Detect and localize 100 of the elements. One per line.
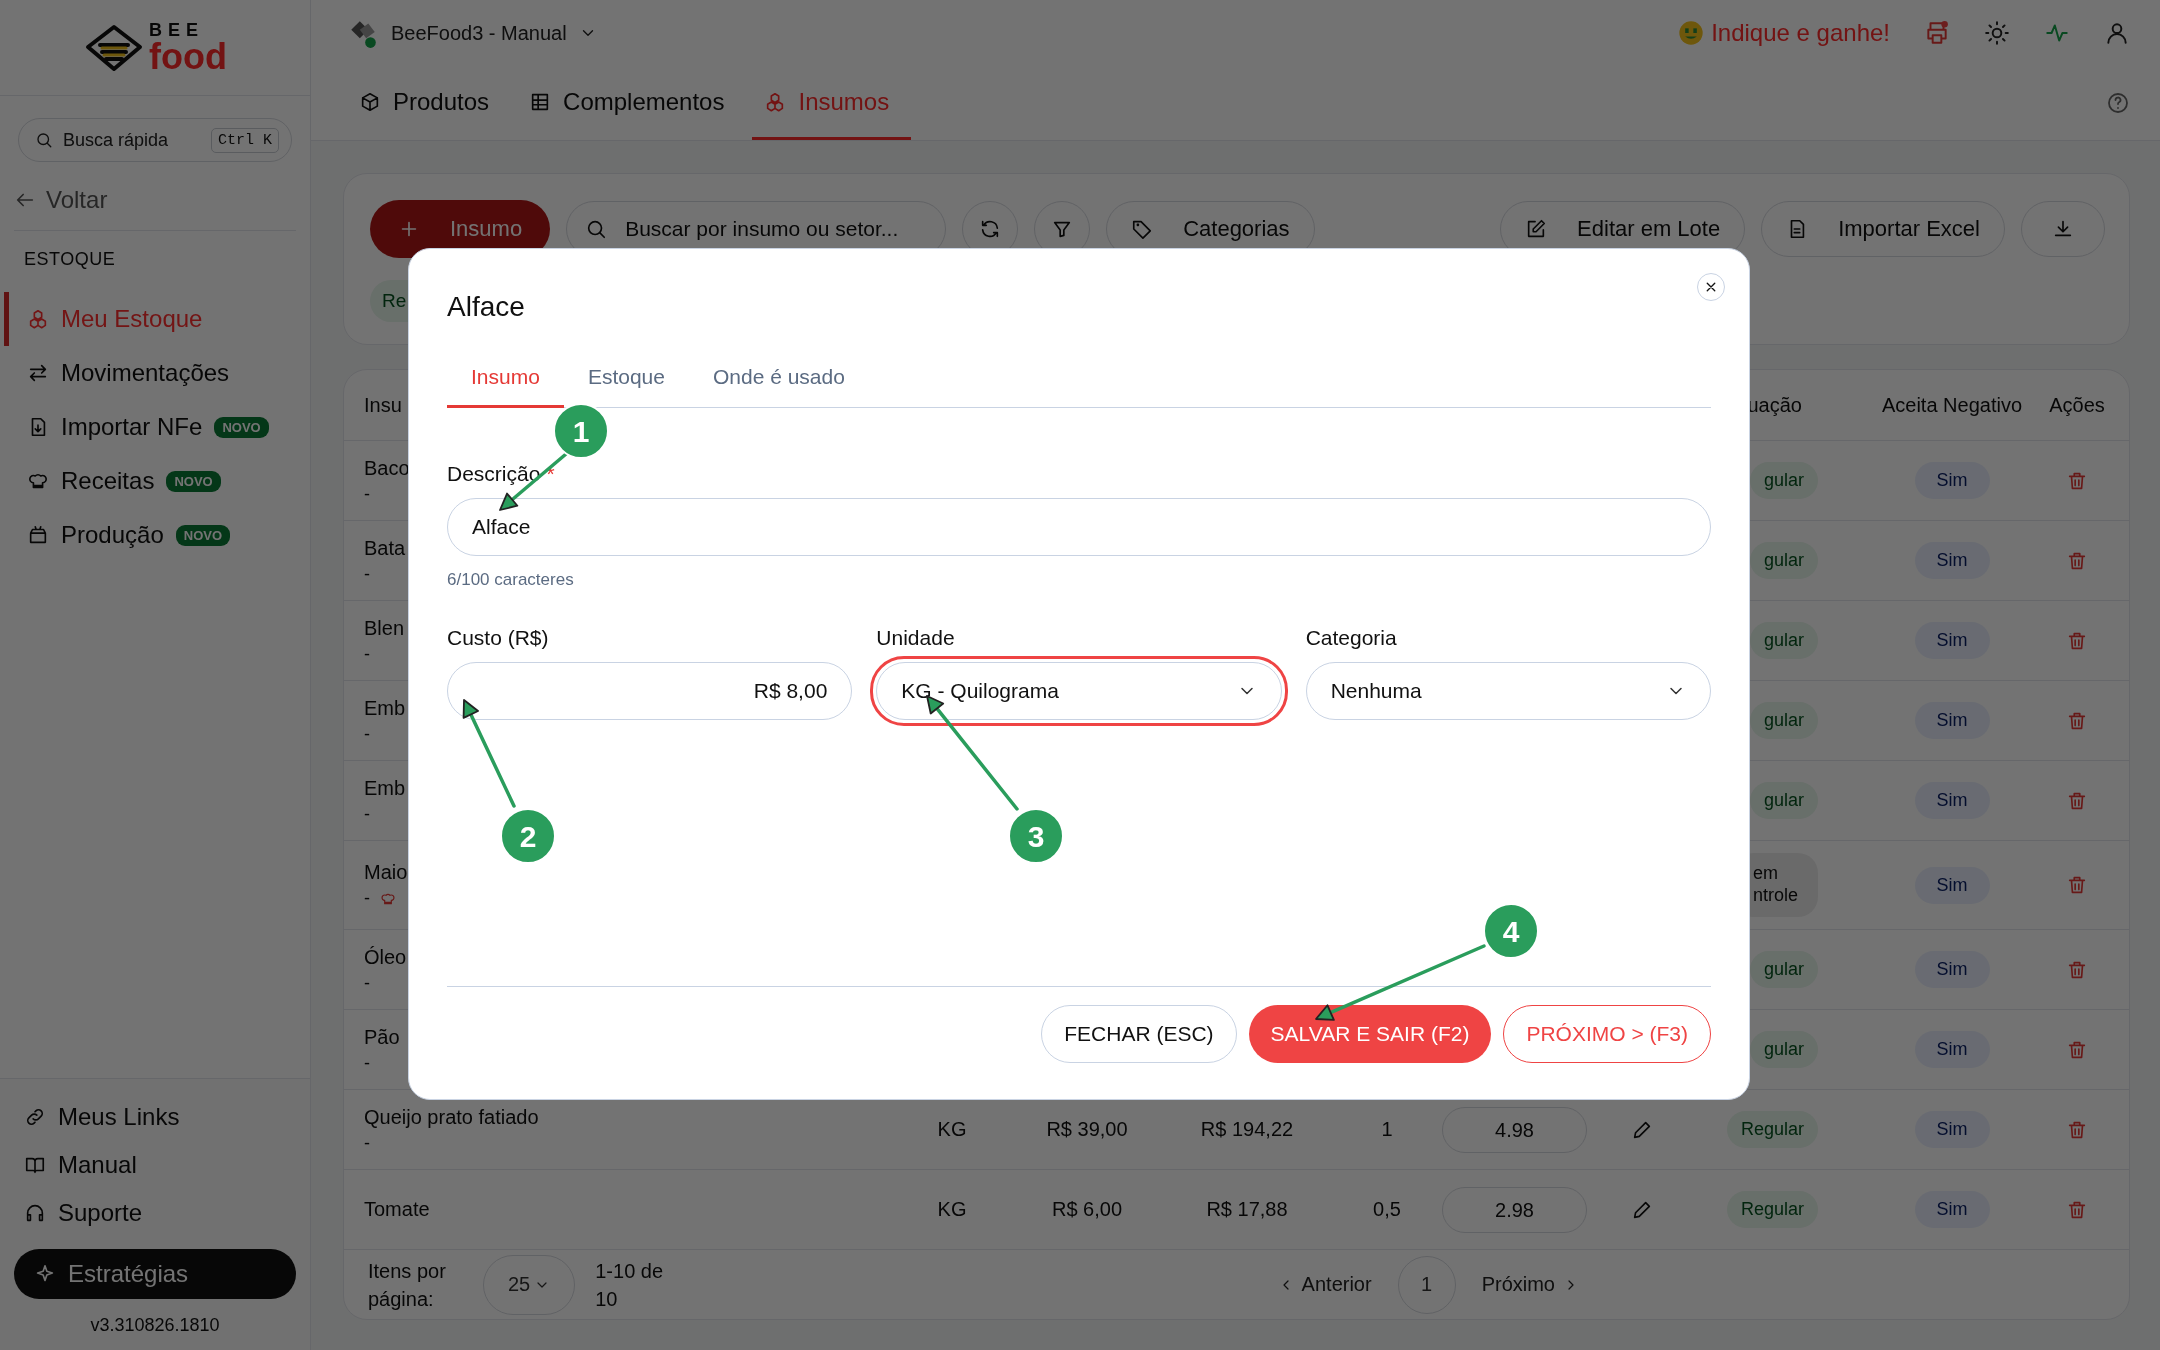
- referral-link[interactable]: Indique e ganhe!: [1677, 19, 1890, 47]
- tag-icon: [1131, 218, 1154, 240]
- supply-detail: -: [364, 483, 370, 505]
- dialog-tab[interactable]: Insumo: [447, 353, 564, 408]
- box-icon: [27, 524, 49, 546]
- cubes-icon: [27, 308, 49, 330]
- status-badge: gular: [1749, 461, 1818, 500]
- dialog-button[interactable]: FECHAR (ESC): [1041, 1005, 1237, 1063]
- sidebar-link[interactable]: Meus Links: [14, 1093, 296, 1141]
- version-text: v3.310826.1810: [89, 1315, 221, 1336]
- dialog-tab[interactable]: Onde é usado: [688, 353, 869, 408]
- dialog-button[interactable]: PRÓXIMO > (F3): [1503, 1005, 1711, 1063]
- column-header: Insu: [364, 393, 403, 417]
- cube-icon: [359, 90, 381, 113]
- step-badge: 3: [1008, 808, 1064, 864]
- previous-page-button[interactable]: Anterior: [1271, 1272, 1378, 1297]
- supply-name: Pão: [364, 1025, 400, 1049]
- new-badge: NOVO: [166, 470, 221, 492]
- headset-icon: [24, 1202, 46, 1224]
- sidebar-link[interactable]: Suporte: [14, 1189, 296, 1237]
- table-cell-text: KG: [936, 1118, 968, 1141]
- negative-badge: Sim: [1914, 1031, 1990, 1068]
- status-badge: gular: [1749, 541, 1818, 580]
- table-cell-text: R$ 39,00: [1045, 1118, 1129, 1141]
- negative-badge: Sim: [1914, 951, 1990, 988]
- per-page-label: Itens por página:: [368, 1258, 447, 1312]
- supply-name: Tomate: [364, 1198, 430, 1221]
- printer-icon[interactable]: [1924, 20, 1950, 46]
- supply-name: Emb: [364, 776, 406, 800]
- swap-arrows-icon: [27, 362, 49, 384]
- dialog-title: Alface: [447, 291, 526, 323]
- user-icon[interactable]: [2104, 20, 2130, 46]
- supply-name: Baco: [364, 456, 410, 480]
- field-label: Unidade: [876, 625, 956, 650]
- sidebar-item-label: Importar NFe: [61, 413, 203, 441]
- field-label: Descrição: [447, 461, 541, 486]
- table-cell-text: KG: [936, 1198, 968, 1221]
- step-badge: 1: [553, 403, 609, 459]
- tab[interactable]: Produtos: [347, 66, 512, 140]
- supply-detail: -: [364, 723, 370, 745]
- table-cell-text: R$ 17,88: [1205, 1198, 1289, 1221]
- logo-bottom-text: food: [149, 38, 227, 75]
- tab[interactable]: Insumos: [752, 66, 912, 140]
- sidebar-item-label: Produção: [61, 521, 164, 549]
- step-badge: 2: [500, 808, 556, 864]
- sidebar-link[interactable]: Manual: [14, 1141, 296, 1189]
- sidebar-item[interactable]: Movimentações: [4, 346, 310, 400]
- negative-badge: Sim: [1914, 542, 1990, 579]
- trash-icon[interactable]: [2066, 874, 2088, 896]
- supply-name: Emb: [364, 696, 406, 720]
- status-badge: gular: [1749, 701, 1818, 740]
- supply-detail: -: [364, 563, 370, 585]
- column-header: uação: [1746, 393, 1803, 417]
- money-face-icon: [1677, 19, 1706, 47]
- negative-badge: Sim: [1914, 702, 1990, 739]
- supply-detail: -: [364, 972, 370, 994]
- status-badge: gular: [1749, 621, 1818, 660]
- status-badge: Regular: [1726, 1110, 1818, 1149]
- sun-icon[interactable]: [1984, 20, 2010, 46]
- logo-top-text: BEE: [149, 20, 206, 39]
- shortcut-key: Ctrl K: [211, 127, 279, 153]
- table-cell-text: R$ 194,22: [1199, 1118, 1295, 1141]
- negative-badge: Sim: [1914, 1191, 1990, 1228]
- help-icon[interactable]: [2106, 91, 2130, 115]
- supply-detail: -: [364, 1052, 370, 1074]
- back-link[interactable]: Voltar: [14, 186, 296, 231]
- edit-icon: [1525, 218, 1548, 240]
- status-badge: gular: [1749, 1030, 1818, 1069]
- status-badge: gular: [1749, 781, 1818, 820]
- supply-name: Maio: [364, 861, 408, 884]
- table-cell-text: 0,5: [1372, 1198, 1402, 1221]
- sidebar-item[interactable]: Importar NFe NOVO: [4, 400, 310, 454]
- strategies-button[interactable]: Estratégias: [14, 1249, 296, 1299]
- supply-name: Óleo: [364, 945, 407, 969]
- table-cell-text: 1: [1380, 1118, 1394, 1141]
- field-label: Custo (R$): [447, 625, 550, 650]
- negative-badge: Sim: [1914, 462, 1990, 499]
- supply-detail: -: [364, 643, 370, 665]
- supply-name: Queijo prato fatiado: [364, 1105, 539, 1129]
- negative-badge: Sim: [1914, 866, 1990, 904]
- column-header: Ações: [2048, 393, 2106, 417]
- sidebar-item-label: Movimentações: [61, 359, 230, 387]
- supply-detail: -: [364, 803, 370, 825]
- range-text: 1-10 de 10: [595, 1258, 665, 1312]
- sidebar-item[interactable]: Receitas NOVO: [4, 454, 310, 508]
- supply-name: Blen: [364, 616, 405, 640]
- tab[interactable]: Complementos: [517, 66, 747, 140]
- status-badge: Regular: [1726, 1190, 1818, 1229]
- supply-detail: -: [364, 888, 370, 909]
- character-count: 6/100 caracteres: [447, 569, 575, 590]
- sidebar-item-label: Meu Estoque: [61, 305, 203, 333]
- next-page-button[interactable]: Próximo: [1475, 1272, 1585, 1297]
- supply-detail: -: [364, 1132, 370, 1154]
- store-selector[interactable]: BeeFood3 - Manual: [347, 17, 597, 49]
- link-icon: [24, 1106, 46, 1128]
- search-icon: [35, 131, 53, 149]
- dialog-button[interactable]: SALVAR E SAIR (F2): [1248, 1005, 1492, 1063]
- sidebar-item[interactable]: Produção NOVO: [4, 508, 310, 562]
- new-badge: NOVO: [214, 416, 269, 438]
- step-badge: 4: [1483, 903, 1539, 959]
